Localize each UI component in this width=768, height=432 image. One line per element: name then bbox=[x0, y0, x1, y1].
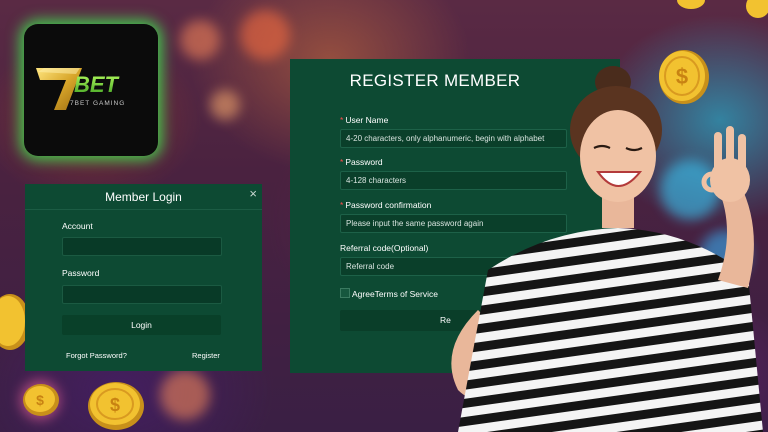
password-label-text: Password bbox=[345, 157, 383, 167]
password-label: * Password bbox=[340, 157, 383, 167]
login-header: Member Login × bbox=[25, 184, 262, 210]
account-input[interactable] bbox=[62, 237, 222, 256]
login-title: Member Login bbox=[105, 190, 182, 204]
login-button[interactable]: Login bbox=[62, 315, 221, 335]
forgot-password-link[interactable]: Forgot Password? bbox=[66, 351, 127, 360]
required-mark: * bbox=[340, 200, 344, 210]
terms-checkbox[interactable] bbox=[340, 288, 350, 298]
username-label-text: User Name bbox=[345, 115, 389, 125]
username-label: * User Name bbox=[340, 115, 388, 125]
bokeh-light bbox=[210, 90, 240, 120]
member-login-panel: Member Login × Account Password Login Fo… bbox=[25, 184, 262, 371]
password-input[interactable] bbox=[62, 285, 222, 304]
logo-subtitle: 7BET GAMING bbox=[70, 100, 125, 107]
coin-icon: $ bbox=[88, 382, 144, 430]
account-label: Account bbox=[62, 221, 93, 231]
coin-icon: $ bbox=[23, 384, 59, 416]
bokeh-light bbox=[240, 10, 290, 60]
register-link[interactable]: Register bbox=[192, 351, 220, 360]
bokeh-light bbox=[180, 20, 220, 60]
bokeh-light bbox=[160, 370, 210, 420]
woman-illustration bbox=[451, 66, 763, 432]
svg-text:$: $ bbox=[36, 392, 44, 408]
coin-icon bbox=[677, 0, 705, 9]
logo-graphic: BET 7BET GAMING bbox=[36, 68, 125, 110]
required-mark: * bbox=[340, 157, 344, 167]
coin-icon bbox=[746, 0, 768, 18]
referral-label: Referral code(Optional) bbox=[340, 243, 429, 253]
svg-text:$: $ bbox=[110, 395, 120, 415]
svg-text:BET: BET bbox=[74, 72, 120, 97]
close-icon[interactable]: × bbox=[249, 186, 257, 201]
required-mark: * bbox=[340, 115, 344, 125]
password-label: Password bbox=[62, 268, 100, 278]
brand-logo[interactable]: BET 7BET GAMING bbox=[24, 24, 158, 156]
